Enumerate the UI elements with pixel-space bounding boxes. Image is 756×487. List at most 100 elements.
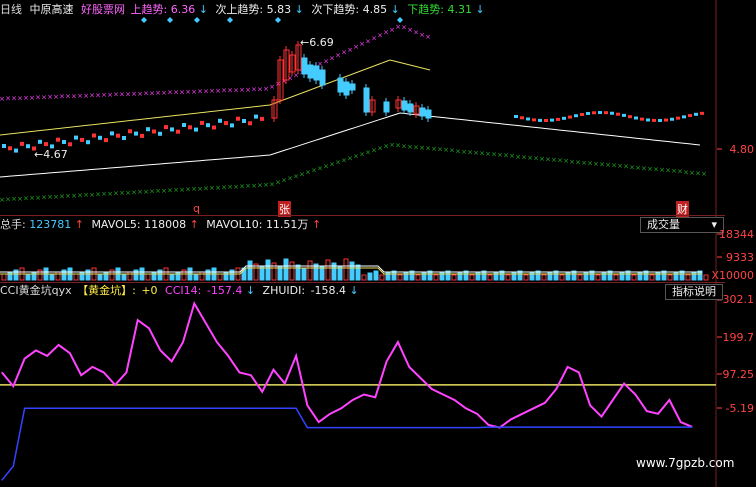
zhuidi-point [91,407,94,409]
price-candle [598,111,602,115]
lower-trend-mark: × [233,183,239,191]
zhuidi-point [69,407,71,409]
upper-trend-mark: × [401,24,407,32]
signal-diamond-icon [194,17,200,23]
volume-bar [283,258,289,281]
lower-trend-mark: × [671,167,677,175]
volume-bar [685,274,691,281]
upper-trend-mark: × [191,88,197,96]
cci14-point [318,421,320,423]
zhuidi-point [148,407,150,409]
lower-trend-mark: × [479,149,485,157]
upper-trend-mark: × [227,86,233,94]
lower-trend-mark: × [11,195,17,203]
cci-axis-label-3: 97.25 [722,368,755,381]
upper-trend-mark: × [185,88,191,96]
price-candle [182,123,186,127]
volume-bar [379,274,385,281]
zhuidi-point [295,407,297,409]
upper-trend-mark: × [197,88,203,96]
volume-bar [31,271,37,281]
upper-trend-mark: × [407,26,413,34]
zhuidi-point [589,426,591,428]
lower-trend-mark: × [473,149,479,157]
zhuidi-arrow-icon: ↓ [349,284,359,297]
cci14-point [57,344,60,346]
lower-trend-mark: × [551,156,557,164]
lower-trend-mark: × [287,174,293,182]
cci14-point [397,341,399,343]
lower-trend-mark: × [203,185,209,193]
price-candle [313,65,320,81]
mavol5-value: 118008 [144,218,187,231]
upper-trend-mark: × [395,23,401,31]
price-candle [670,117,674,121]
lower-trend-mark: × [41,194,47,202]
zhuidi-point [125,407,128,409]
cci14-point [227,355,229,357]
zhuidi-point [566,426,569,428]
cci-axis-label-2: 199.7 [722,331,755,344]
lower-trend-mark: × [689,169,695,177]
upper-trend-mark: × [425,33,431,41]
cci14-point [148,327,150,329]
volume-bar [433,274,439,281]
zhuidi-point [612,426,614,428]
upper-trend-mark: × [389,26,395,34]
cci14-point [487,424,489,426]
lower-trend-mark: × [125,189,131,197]
cci14-label: CCI14: [165,284,202,297]
price-candle [664,118,668,122]
lower-trend-mark: × [605,161,611,169]
upper-trend-mark: × [161,89,167,97]
lower-trend-mark: × [299,170,305,178]
volume-bar [193,273,199,281]
lower-trend-mark: × [173,186,179,194]
price-candle [218,118,222,123]
price-candle [230,123,234,128]
lower-trend-mark: × [95,191,101,199]
zhuidi-point [431,427,433,429]
cci14-point [261,391,263,393]
lower-trend-mark: × [143,188,149,196]
volume-bar [397,274,403,281]
cci14-point [544,402,546,404]
price-candle [634,116,638,120]
zhuidi-point [442,427,444,429]
cci14-point [555,388,557,390]
lower-trend-mark: × [665,167,671,175]
lower-trend-mark: × [461,148,467,156]
indicator-help-button[interactable]: 指标说明 [665,284,723,300]
lower-trend-mark: × [167,187,173,195]
volume-bar [151,271,157,281]
cci14-point [340,407,342,409]
zhuidi-point [12,465,14,467]
price-candle [158,131,162,136]
upper-trend-mark: × [263,85,269,93]
upper-trend-mark: × [41,93,47,101]
cci-axis-label-4: -5.19 [725,402,754,415]
low-marker-value: 4.67 [43,148,68,161]
volume-bar [349,261,355,281]
lower-trend-mark: × [365,148,371,156]
upper-trend-mark: × [11,94,17,102]
lower-trend-mark: × [629,163,635,171]
cci14-point [680,421,682,423]
volume-bar [469,274,475,281]
zhuidi-point [499,426,501,428]
lower-trend-mark: × [575,158,581,166]
upper-trend-mark: × [107,91,113,99]
upper-trend-mark: × [65,92,71,100]
price-candle [236,116,240,121]
zhuidi-point [533,426,535,428]
price-candle [538,118,542,122]
lower-trend-mark: × [137,188,143,196]
lower-trend-mark: × [101,190,107,198]
volume-bar [97,273,103,281]
upper-trend-mark: × [167,89,173,97]
price-candle [526,117,530,121]
price-candle [62,140,66,144]
upper-trend-mark: × [89,92,95,100]
cci14-point [566,366,569,368]
volume-indicator-dropdown[interactable]: 成交量 ▾ [640,217,724,233]
